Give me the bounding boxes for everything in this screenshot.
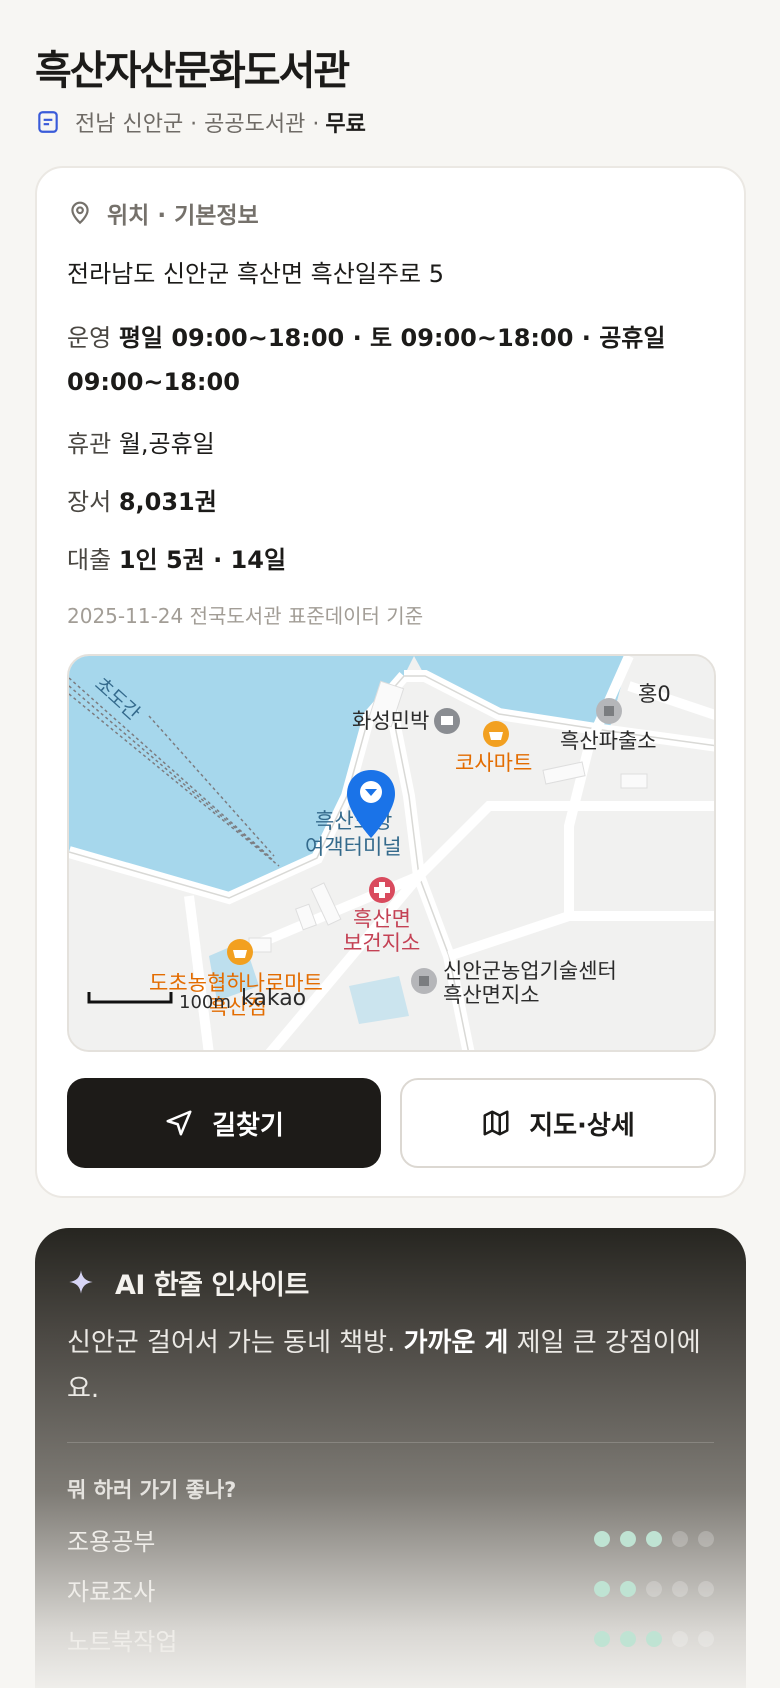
ai-insight-card: AI 한줄 인사이트 신안군 걸어서 가는 동네 책방. 가까운 게 제일 큰 … [35,1228,746,1688]
loan-value: 1인 5권 · 14일 [118,546,287,574]
map-icon [483,1110,509,1136]
library-meta: 전남 신안군 · 공공도서관 · 무료 [35,106,366,138]
divider [67,1442,714,1443]
map-scale-label: 100m [179,992,231,1013]
rating-dot-empty [698,1581,714,1597]
books-label: 장서 [67,488,112,516]
rating-dot-filled [620,1531,636,1547]
rating-dot-filled [594,1531,610,1547]
rating-dot-empty [672,1581,688,1597]
map-label-agri-2: 흑산면지소 [443,983,540,1007]
map-pin-icon[interactable] [345,768,397,840]
map-label-mart: 코사마트 [455,751,533,775]
activity-rating [594,1631,714,1647]
rating-dot-filled [594,1631,610,1647]
directions-label: 길찾기 [212,1110,284,1141]
info-section-header: 위치 · 기본정보 [67,198,259,229]
activity-rating [594,1581,714,1597]
document-icon [38,111,58,133]
loan-label: 대출 [67,546,112,574]
rating-dot-empty [698,1631,714,1647]
rating-dot-empty [698,1531,714,1547]
rating-dot-filled [646,1531,662,1547]
sparkle-icon [69,1270,93,1294]
navigation-arrow-icon [166,1110,192,1136]
map-brand-logo: kakao [241,986,307,1011]
loan-policy: 대출 1인 5권 · 14일 [67,540,286,575]
map-label-agri-1: 신안군농업기술센터 [443,959,617,983]
hours-value: 평일 09:00~18:00 · 토 09:00~18:00 · 공휴일 09:… [67,324,666,396]
map-label-police-partial: 홍0 [638,682,671,706]
directions-button[interactable]: 길찾기 [67,1078,381,1168]
activity-rating [594,1531,714,1547]
activity-row: 자료조사 [67,1574,714,1606]
rating-dot-empty [672,1631,688,1647]
library-region-type: 전남 신안군 · 공공도서관 · [75,112,320,137]
ai-insight-header: AI 한줄 인사이트 [67,1264,309,1301]
activity-question: 뭐 하러 가기 좋나? [67,1478,237,1502]
page-title: 흑산자산문화도서관 [35,48,350,94]
opening-hours: 운영 평일 09:00~18:00 · 토 09:00~18:00 · 공휴일 … [67,316,687,404]
map-label-inn: 화성민박 [352,709,430,733]
rating-dot-filled [646,1631,662,1647]
collection-size: 장서 8,031권 [67,482,217,517]
map-label-clinic-1: 흑산면 [353,907,411,931]
hours-label: 운영 [67,324,112,352]
closed-label: 휴관 [67,430,112,458]
books-value: 8,031권 [118,488,217,516]
activity-name: 노트북작업 [67,1627,178,1656]
info-card: 위치 · 기본정보 전라남도 신안군 흑산면 흑산일주로 5 운영 평일 09:… [35,166,746,1198]
ai-text-prefix: 신안군 걸어서 가는 동네 책방. [67,1328,404,1358]
data-source-note: 2025-11-24 전국도서관 표준데이터 기준 [67,604,424,628]
fee-badge: 무료 [325,112,366,137]
location-map[interactable]: 초도간 화성민박 코사마트 흑산파출소 홍0 흑산도항 여객터미널 흑산면 보건… [67,654,716,1052]
location-pin-icon [71,201,89,225]
rating-dot-filled [594,1581,610,1597]
rating-dot-empty [672,1531,688,1547]
ai-insight-text: 신안군 걸어서 가는 동네 책방. 가까운 게 제일 큰 강점이에요. [67,1320,707,1412]
info-section-title: 위치 · 기본정보 [107,203,259,229]
activity-row: 노트북작업 [67,1624,714,1656]
activity-name: 조용공부 [67,1527,156,1556]
ai-text-highlight: 가까운 게 [403,1328,509,1358]
map-detail-button[interactable]: 지도·상세 [400,1078,716,1168]
map-detail-label: 지도·상세 [529,1110,635,1141]
rating-dot-empty [646,1581,662,1597]
ai-insight-title: AI 한줄 인사이트 [115,1269,309,1301]
map-label-clinic-2: 보건지소 [343,931,421,955]
closed-value: 월,공휴일 [118,430,215,458]
rating-dot-filled [620,1581,636,1597]
closed-days: 휴관 월,공휴일 [67,424,215,459]
activity-name: 자료조사 [67,1577,156,1606]
address: 전라남도 신안군 흑산면 흑산일주로 5 [67,260,444,288]
map-label-police: 흑산파출소 [560,729,657,753]
rating-dot-filled [620,1631,636,1647]
activity-row: 조용공부 [67,1524,714,1556]
